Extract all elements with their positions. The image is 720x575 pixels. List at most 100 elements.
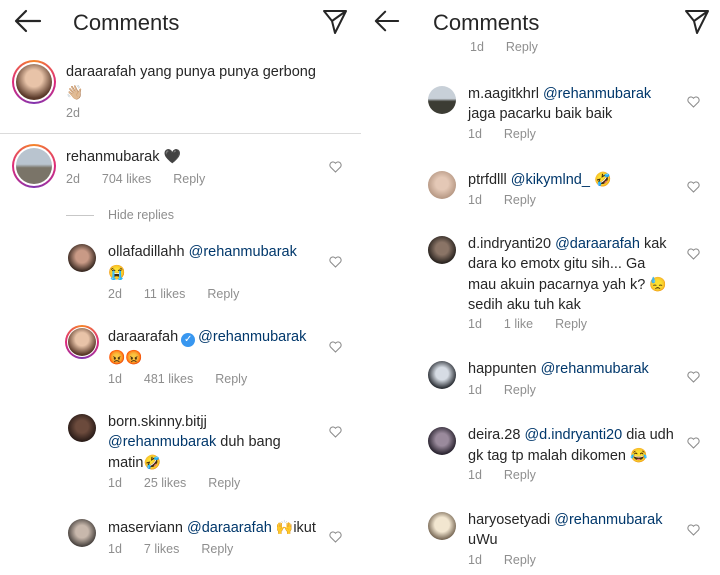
reply-time: 1d	[108, 476, 122, 490]
reply-mention[interactable]: @rehanmubarak	[198, 329, 306, 345]
page-title: Comments	[433, 10, 540, 35]
header: Comments	[362, 0, 720, 40]
avatar[interactable]	[428, 361, 456, 389]
heart-outline-icon[interactable]	[329, 531, 342, 543]
reply-item: ptrfdlll @kikymlnd_ 🤣 1d Reply	[362, 169, 720, 209]
reply-emoji: 🤣	[143, 454, 161, 470]
reply-button[interactable]: Reply	[201, 542, 233, 556]
heart-outline-icon[interactable]	[687, 181, 700, 193]
right-panel: 1d Reply Comments m.aagitkhrl @rehanmubar…	[362, 0, 720, 575]
avatar-story-ring[interactable]	[65, 325, 99, 359]
reply-item: haryosetyadi @rehanmubarak uWu 1d Reply	[362, 510, 720, 572]
reply-item: d.indryanti20 @daraarafah kak dara ko em…	[362, 234, 720, 334]
reply-button[interactable]: Reply	[504, 553, 536, 567]
caption-username[interactable]: daraarafah	[66, 64, 136, 80]
reply-username[interactable]: d.indryanti20	[468, 236, 551, 252]
avatar[interactable]	[68, 414, 96, 442]
avatar-story-ring[interactable]	[12, 60, 56, 104]
reply-mention[interactable]: @rehanmubarak	[108, 434, 216, 450]
avatar[interactable]	[428, 512, 456, 540]
reply-mention[interactable]: @kikymlnd_	[511, 172, 590, 188]
hide-replies-button[interactable]: Hide replies	[108, 208, 174, 222]
arrow-left-icon[interactable]	[14, 8, 42, 34]
reply-item: maservian​n @daraarafah 🙌ikut 1d 7 likes R…	[0, 517, 362, 567]
reply-item: deira.28 @d.indryanti20 dia udh gk tag t…	[362, 425, 720, 485]
heart-outline-icon[interactable]	[329, 341, 342, 353]
caption-emoji: 👋🏼	[66, 84, 84, 100]
paper-plane-icon[interactable]	[684, 9, 710, 35]
avatar	[16, 64, 52, 100]
avatar	[16, 148, 52, 184]
reply-time: 1d	[468, 317, 482, 331]
reply-button[interactable]: Reply	[504, 127, 536, 141]
reply-mention[interactable]: @rehanmubarak	[541, 361, 649, 377]
reply-username[interactable]: ptrfdlll	[468, 172, 507, 188]
avatar[interactable]	[428, 171, 456, 199]
reply-button[interactable]: Reply	[504, 383, 536, 397]
comment-emoji: 🖤	[163, 148, 181, 164]
reply-item: happunten @rehanmubarak 1d Reply	[362, 359, 720, 399]
reply-likes[interactable]: 11 likes	[144, 287, 185, 301]
reply-mention[interactable]: @daraarafah	[187, 520, 272, 536]
heart-outline-icon[interactable]	[329, 256, 342, 268]
reply-button[interactable]: Reply	[504, 468, 536, 482]
reply-button[interactable]: Reply	[208, 476, 240, 490]
reply-time: 1d	[108, 542, 122, 556]
reply-likes[interactable]: 7 likes	[144, 542, 179, 556]
reply-button[interactable]: Reply	[506, 40, 538, 54]
reply-username[interactable]: haryosetyadi	[468, 512, 550, 528]
reply-mention[interactable]: @rehanmubarak	[543, 86, 651, 102]
reply-username[interactable]: ollafadillahh	[108, 244, 185, 260]
reply-text: uWu	[468, 532, 498, 548]
heart-outline-icon[interactable]	[329, 161, 342, 173]
heart-outline-icon[interactable]	[687, 248, 700, 260]
header: Comments	[0, 0, 362, 44]
reply-emoji: 😡😡	[108, 349, 143, 365]
reply-mention[interactable]: @rehanmubarak	[554, 512, 662, 528]
paper-plane-icon[interactable]	[322, 9, 348, 35]
comment-item: rehanmubarak 🖤 2d 704 likes Reply	[0, 144, 362, 194]
reply-likes[interactable]: 481 likes	[144, 372, 193, 386]
reply-emoji: 😂	[630, 447, 648, 463]
reply-username[interactable]: born.skinny.bitjj	[108, 414, 207, 430]
reply-button[interactable]: Reply	[504, 193, 536, 207]
heart-outline-icon[interactable]	[329, 426, 342, 438]
reply-time: 1d	[468, 127, 482, 141]
avatar[interactable]	[428, 236, 456, 264]
comment-username[interactable]: rehanmubarak	[66, 149, 160, 165]
verified-badge-icon: ✓	[181, 333, 196, 347]
reply-username[interactable]: daraarafah	[108, 329, 178, 345]
arrow-left-icon[interactable]	[374, 8, 400, 34]
reply-time: 1d	[468, 193, 482, 207]
avatar[interactable]	[428, 86, 456, 114]
heart-outline-icon[interactable]	[687, 524, 700, 536]
heart-outline-icon[interactable]	[687, 96, 700, 108]
reply-emoji: 😓	[649, 276, 667, 292]
reply-username[interactable]: deira.28	[468, 427, 520, 443]
reply-likes[interactable]: 1 like	[504, 317, 533, 331]
avatar[interactable]	[68, 244, 96, 272]
reply-username[interactable]: m.aagitkhrl	[468, 86, 539, 102]
reply-text: jaga pacarku baik baik	[468, 106, 613, 122]
reply-emoji: 🤣	[593, 171, 612, 187]
caption: daraarafah yang punya punya gerbong 👋🏼 2…	[0, 58, 362, 128]
reply-button[interactable]: Reply	[555, 317, 587, 331]
avatar-story-ring[interactable]	[12, 144, 56, 188]
reply-likes[interactable]: 25 likes	[144, 476, 186, 490]
reply-username[interactable]: happunten	[468, 361, 537, 377]
comment-likes[interactable]: 704 likes	[102, 172, 151, 186]
reply-button[interactable]: Reply	[207, 287, 239, 301]
page-title: Comments	[73, 10, 180, 35]
heart-outline-icon[interactable]	[687, 437, 700, 449]
avatar[interactable]	[68, 519, 96, 547]
reply-mention[interactable]: @rehanmubarak	[189, 244, 297, 260]
reply-username[interactable]: maservian​n	[108, 520, 183, 536]
reply-emoji: 😭	[108, 264, 126, 280]
reply-button[interactable]: Reply	[215, 372, 247, 386]
reply-time: 1d	[468, 468, 482, 482]
reply-mention[interactable]: @d.indryanti20	[524, 427, 622, 443]
avatar[interactable]	[428, 427, 456, 455]
reply-mention[interactable]: @daraarafah	[555, 236, 640, 252]
reply-button[interactable]: Reply	[173, 172, 205, 186]
heart-outline-icon[interactable]	[687, 371, 700, 383]
